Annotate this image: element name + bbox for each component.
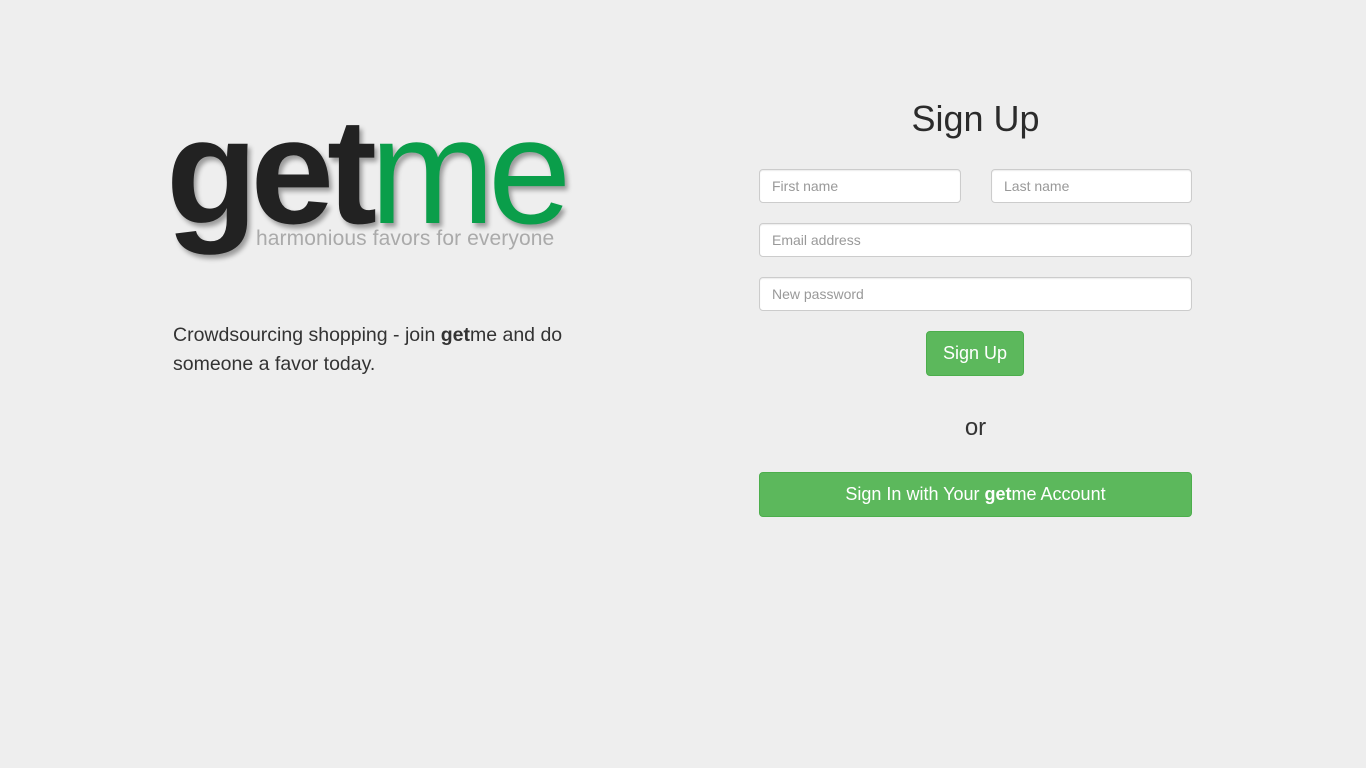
intro-description: Crowdsourcing shopping - join getme and … <box>173 321 613 379</box>
signup-title: Sign Up <box>911 98 1040 139</box>
signin-button[interactable]: Sign In with Your getme Account <box>759 472 1192 517</box>
logo-tagline: harmonious favors for everyone <box>256 227 555 250</box>
description-brand-rest: me <box>469 324 498 346</box>
description-brand-bold: get <box>440 324 470 346</box>
signin-brand-bold: get <box>984 484 1012 504</box>
logo-wordmark: getme <box>166 96 571 246</box>
description-prefix: Crowdsourcing shopping - join <box>173 324 441 346</box>
last-name-field[interactable] <box>991 169 1192 203</box>
signup-page: getme harmonious favors for everyone Cro… <box>0 0 1366 768</box>
signin-label-prefix: Sign In with Your <box>845 484 985 504</box>
signin-label-suffix: Account <box>1036 484 1106 504</box>
signup-button[interactable]: Sign Up <box>926 331 1024 376</box>
getme-logo: getme harmonious favors for everyone <box>166 96 586 276</box>
or-separator: or <box>964 414 987 441</box>
first-name-field[interactable] <box>759 169 961 203</box>
signin-brand-rest: me <box>1011 484 1037 504</box>
new-password-field[interactable] <box>759 277 1192 311</box>
email-field[interactable] <box>759 223 1192 257</box>
